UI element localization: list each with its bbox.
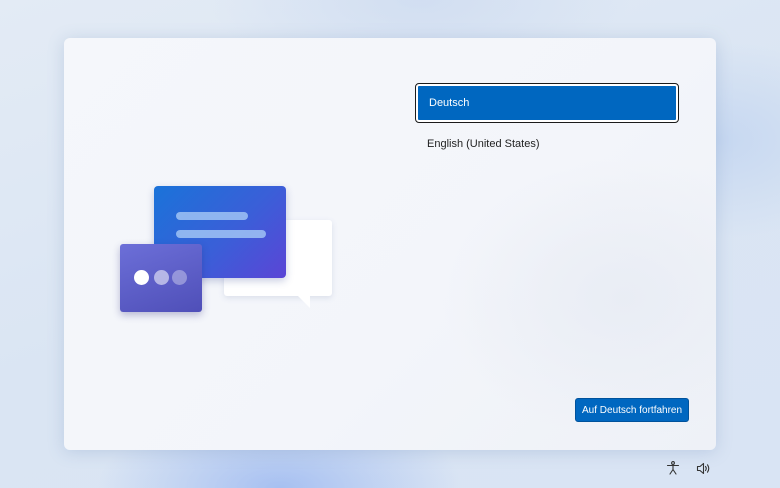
typing-dot-1 <box>134 270 149 285</box>
setup-card: Deutsch English (United States) Auf Deut… <box>64 38 716 450</box>
system-tray <box>664 460 712 476</box>
typing-dot-2 <box>154 270 169 285</box>
continue-button[interactable]: Auf Deutsch fortfahren <box>575 398 690 422</box>
white-chat-bubble-tail <box>296 294 310 308</box>
language-option-label: English (United States) <box>427 138 540 150</box>
typing-bubble <box>120 244 202 312</box>
volume-icon[interactable] <box>694 460 712 476</box>
text-line-short <box>176 212 248 220</box>
accessibility-icon[interactable] <box>664 460 682 476</box>
typing-dot-3 <box>172 270 187 285</box>
language-option-deutsch[interactable]: Deutsch <box>415 83 679 123</box>
language-option-label: Deutsch <box>429 97 470 109</box>
text-line-long <box>176 230 266 238</box>
chat-illustration <box>120 186 334 314</box>
language-option-english[interactable]: English (United States) <box>416 125 678 163</box>
language-list: Deutsch English (United States) <box>415 83 679 166</box>
